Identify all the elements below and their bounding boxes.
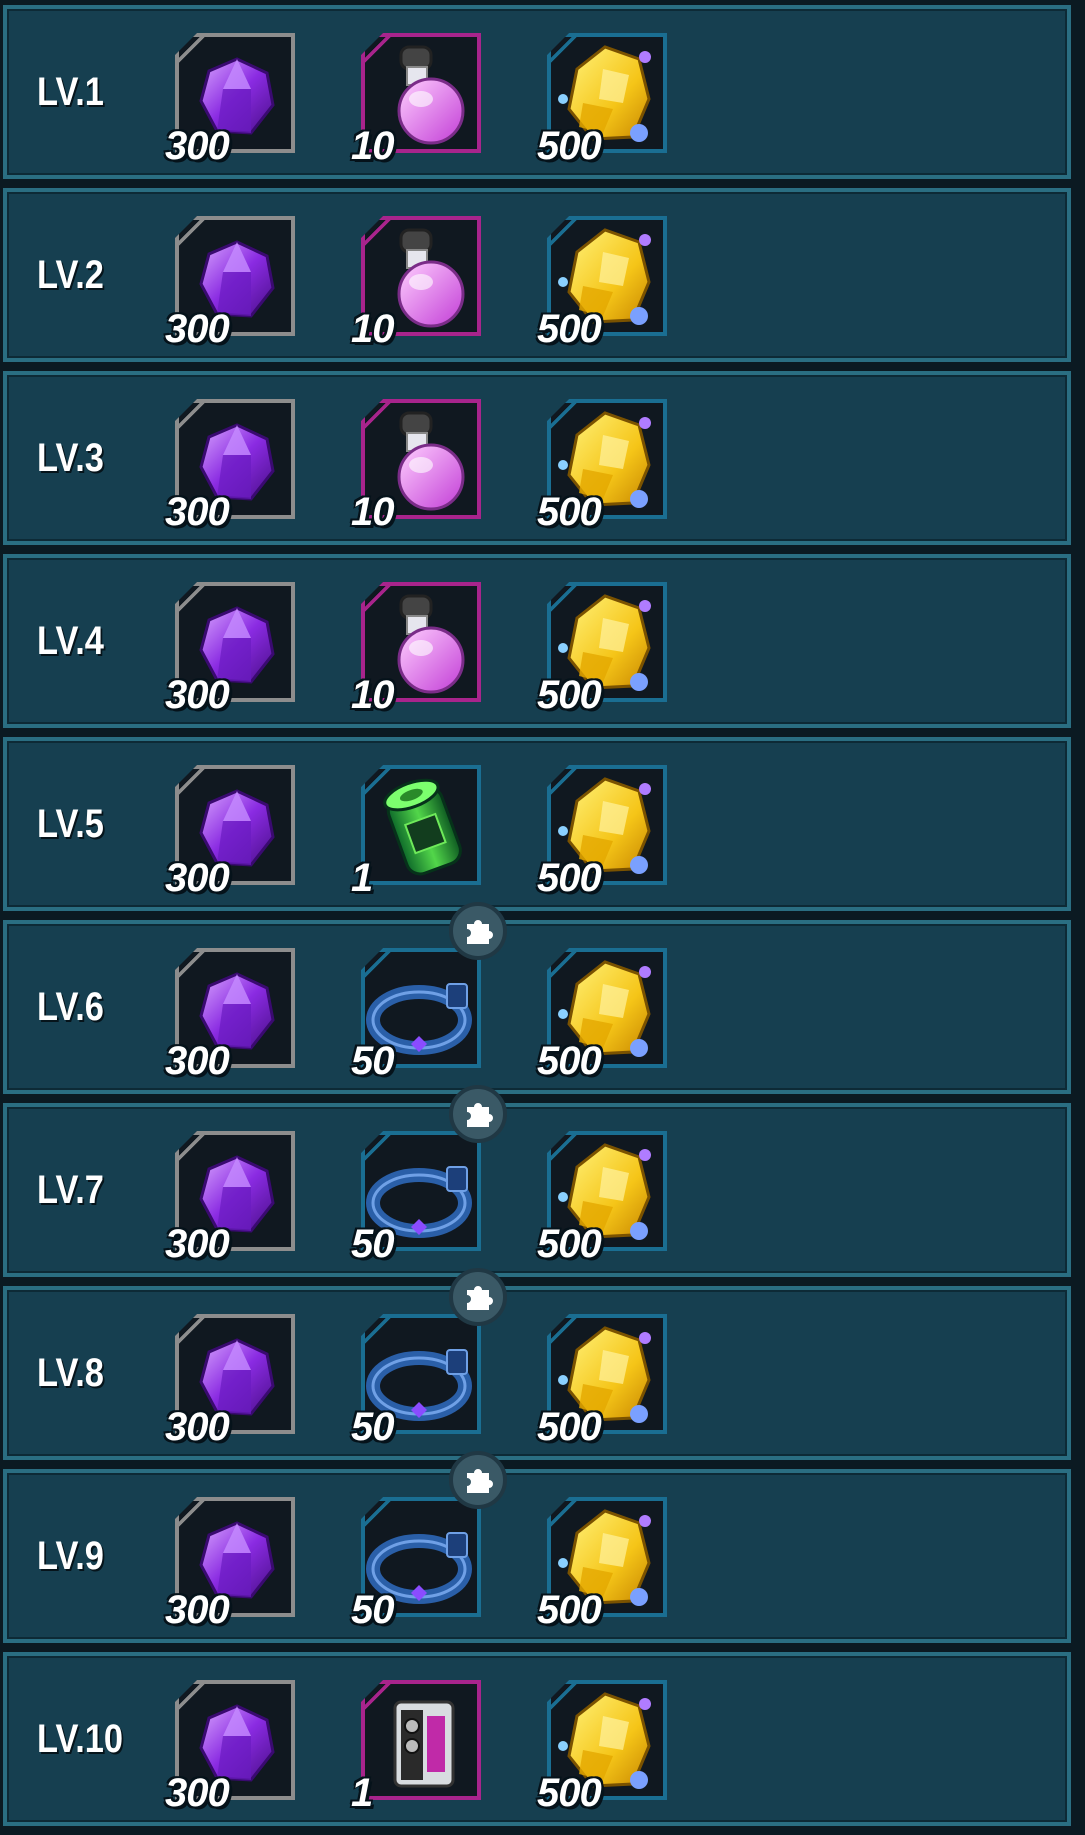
reward-quantity: 10 <box>351 124 394 168</box>
reward-quantity: 300 <box>165 1588 230 1632</box>
reward-quantity: 10 <box>351 673 394 717</box>
reward-gold[interactable]: 500 <box>537 29 675 168</box>
puzzle-piece-icon <box>449 1268 507 1326</box>
reward-quantity: 300 <box>165 1771 230 1815</box>
reward-quantity: 10 <box>351 490 394 534</box>
reward-gold[interactable]: 500 <box>537 1310 675 1449</box>
reward-potion[interactable]: 10 <box>351 212 489 351</box>
reward-gem[interactable]: 300 <box>165 761 303 900</box>
puzzle-piece-icon <box>449 902 507 960</box>
reward-quantity: 300 <box>165 1222 230 1266</box>
level-label: LV.10 <box>37 1716 124 1761</box>
reward-row: LV.8 300 50 500 <box>3 1268 1071 1460</box>
reward-potion[interactable]: 10 <box>351 395 489 534</box>
reward-gem[interactable]: 300 <box>165 578 303 717</box>
reward-gold[interactable]: 500 <box>537 395 675 534</box>
reward-quantity: 500 <box>537 856 602 900</box>
level-label: LV.1 <box>37 69 104 114</box>
reward-quantity: 300 <box>165 124 230 168</box>
reward-potion[interactable]: 10 <box>351 29 489 168</box>
level-label: LV.3 <box>37 435 104 480</box>
reward-quantity: 500 <box>537 1588 602 1632</box>
reward-collar-fragment[interactable]: 50 <box>351 1268 507 1449</box>
reward-quantity: 1 <box>351 1771 373 1815</box>
reward-collar-fragment[interactable]: 50 <box>351 1451 507 1632</box>
reward-row: LV.9 300 50 500 <box>3 1451 1071 1643</box>
reward-quantity: 50 <box>351 1588 394 1632</box>
reward-quantity: 500 <box>537 673 602 717</box>
reward-quantity: 10 <box>351 307 394 351</box>
reward-row: LV.2 300 10 500 <box>3 188 1071 362</box>
reward-gem[interactable]: 300 <box>165 1127 303 1266</box>
level-label: LV.8 <box>37 1350 104 1395</box>
device-icon <box>393 1700 455 1788</box>
reward-quantity: 300 <box>165 490 230 534</box>
reward-gem[interactable]: 300 <box>165 1310 303 1449</box>
reward-row: LV.1 300 10 500 <box>3 5 1071 179</box>
reward-quantity: 500 <box>537 490 602 534</box>
reward-quantity: 300 <box>165 1039 230 1083</box>
reward-row: LV.7 300 50 500 <box>3 1085 1071 1277</box>
level-label: LV.9 <box>37 1533 104 1578</box>
reward-gem[interactable]: 300 <box>165 1676 303 1815</box>
green-canister-icon <box>383 778 462 876</box>
reward-gem[interactable]: 300 <box>165 944 303 1083</box>
reward-row: LV.3 300 10 500 <box>3 371 1071 545</box>
reward-device[interactable]: 1 <box>351 1676 489 1815</box>
reward-gold[interactable]: 500 <box>537 578 675 717</box>
reward-row: LV.10 300 1 500 <box>3 1652 1071 1826</box>
reward-quantity: 500 <box>537 307 602 351</box>
reward-gold[interactable]: 500 <box>537 1676 675 1815</box>
reward-quantity: 300 <box>165 307 230 351</box>
reward-potion[interactable]: 10 <box>351 578 489 717</box>
reward-gold[interactable]: 500 <box>537 761 675 900</box>
reward-row: LV.5 300 1 500 <box>3 737 1071 911</box>
reward-quantity: 500 <box>537 1771 602 1815</box>
level-label: LV.7 <box>37 1167 104 1212</box>
reward-green-canister[interactable]: 1 <box>351 761 489 900</box>
reward-quantity: 50 <box>351 1039 394 1083</box>
level-label: LV.2 <box>37 252 104 297</box>
reward-level-list: LV.1 300 10 500 LV.2 300 10 500 LV.3 300… <box>0 0 1085 1835</box>
reward-quantity: 50 <box>351 1222 394 1266</box>
level-label: LV.4 <box>37 618 104 663</box>
reward-gem[interactable]: 300 <box>165 1493 303 1632</box>
reward-quantity: 300 <box>165 1405 230 1449</box>
reward-row: LV.6 300 50 500 <box>3 902 1071 1094</box>
reward-quantity: 500 <box>537 1222 602 1266</box>
reward-gold[interactable]: 500 <box>537 944 675 1083</box>
puzzle-piece-icon <box>449 1085 507 1143</box>
reward-gold[interactable]: 500 <box>537 1127 675 1266</box>
reward-gem[interactable]: 300 <box>165 395 303 534</box>
reward-gold[interactable]: 500 <box>537 212 675 351</box>
level-label: LV.6 <box>37 984 104 1029</box>
reward-quantity: 300 <box>165 673 230 717</box>
reward-quantity: 500 <box>537 1039 602 1083</box>
reward-quantity: 500 <box>537 124 602 168</box>
reward-collar-fragment[interactable]: 50 <box>351 1085 507 1266</box>
reward-quantity: 300 <box>165 856 230 900</box>
reward-gold[interactable]: 500 <box>537 1493 675 1632</box>
reward-collar-fragment[interactable]: 50 <box>351 902 507 1083</box>
reward-row: LV.4 300 10 500 <box>3 554 1071 728</box>
level-label: LV.5 <box>37 801 104 846</box>
reward-quantity: 50 <box>351 1405 394 1449</box>
reward-quantity: 500 <box>537 1405 602 1449</box>
puzzle-piece-icon <box>449 1451 507 1509</box>
reward-gem[interactable]: 300 <box>165 29 303 168</box>
reward-quantity: 1 <box>351 856 373 900</box>
reward-gem[interactable]: 300 <box>165 212 303 351</box>
